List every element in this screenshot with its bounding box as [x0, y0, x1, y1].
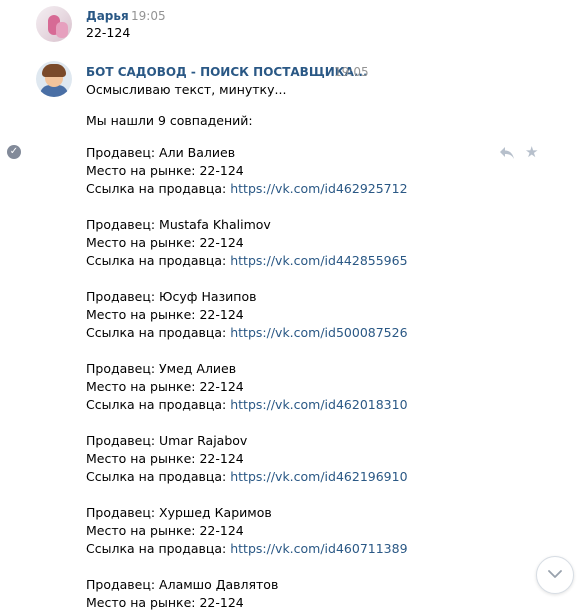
reply-arrow-icon[interactable] — [499, 146, 515, 160]
seller-place: Место на рынке: 22-124 — [86, 163, 244, 178]
seller-link[interactable]: https://vk.com/id442855965 — [230, 253, 407, 268]
seller-name: Продавец: Хуршед Каримов — [86, 505, 272, 520]
avatar-image-shape — [56, 22, 68, 38]
seller-name: Продавец: Mustafa Khalimov — [86, 217, 271, 232]
check-circle-icon[interactable]: ✓ — [7, 145, 21, 159]
seller-place: Место на рынке: 22-124 — [86, 307, 244, 322]
scroll-down-button[interactable] — [536, 556, 574, 594]
seller-name: Продавец: Юсуф Назипов — [86, 289, 257, 304]
seller-link-label: Ссылка на продавца: — [86, 181, 231, 196]
seller-link[interactable]: https://vk.com/id460711389 — [230, 541, 407, 556]
seller-link-line: Ссылка на продавца: https://vk.com/id462… — [86, 396, 408, 414]
message-text: 22-124 — [86, 25, 131, 40]
message-time[interactable]: 19:05 — [131, 9, 166, 23]
avatar-darya[interactable] — [36, 6, 72, 42]
seller-place: Место на рынке: 22-124 — [86, 451, 244, 466]
seller-place: Место на рынке: 22-124 — [86, 379, 244, 394]
seller-name: Продавец: Али Валиев — [86, 145, 236, 160]
seller-place: Место на рынке: 22-124 — [86, 523, 244, 538]
seller-name: Продавец: Умед Алиев — [86, 361, 237, 376]
seller-link-line: Ссылка на продавца: https://vk.com/id462… — [86, 468, 408, 486]
seller-link[interactable]: https://vk.com/id462196910 — [230, 469, 407, 484]
seller-link-label: Ссылка на продавца: — [86, 325, 231, 340]
avatar-bot[interactable] — [36, 61, 72, 97]
chevron-down-icon — [548, 570, 562, 578]
star-icon[interactable]: ★ — [525, 144, 538, 160]
seller-link-label: Ссылка на продавца: — [86, 469, 231, 484]
seller-link[interactable]: https://vk.com/id462925712 — [230, 181, 407, 196]
message-time[interactable]: 19:05 — [334, 65, 369, 79]
message-author[interactable]: Дарья — [86, 9, 129, 23]
seller-link-line: Ссылка на продавца: https://vk.com/id460… — [86, 540, 408, 558]
seller-link-line: Ссылка на продавца: https://vk.com/id500… — [86, 324, 408, 342]
message-text: Осмысливаю текст, минутку... — [86, 82, 287, 97]
seller-link[interactable]: https://vk.com/id500087526 — [230, 325, 407, 340]
seller-link-line: Ссылка на продавца: https://vk.com/id442… — [86, 252, 408, 270]
seller-name: Продавец: Аламшо Давлятов — [86, 577, 279, 592]
seller-link[interactable]: https://vk.com/id462018310 — [230, 397, 407, 412]
avatar-image-shape — [42, 64, 66, 77]
seller-link-line: Ссылка на продавца: https://vk.com/id462… — [86, 180, 408, 198]
seller-link-label: Ссылка на продавца: — [86, 541, 231, 556]
seller-place: Место на рынке: 22-124 — [86, 235, 244, 250]
seller-link-label: Ссылка на продавца: — [86, 397, 231, 412]
message-author[interactable]: БОТ САДОВОД - ПОИСК ПОСТАВЩИКА... — [86, 65, 368, 79]
seller-place: Место на рынке: 22-124 — [86, 595, 244, 610]
seller-name: Продавец: Umar Rajabov — [86, 433, 248, 448]
message-text: Мы нашли 9 совпадений: — [86, 113, 253, 128]
seller-link-label: Ссылка на продавца: — [86, 253, 231, 268]
